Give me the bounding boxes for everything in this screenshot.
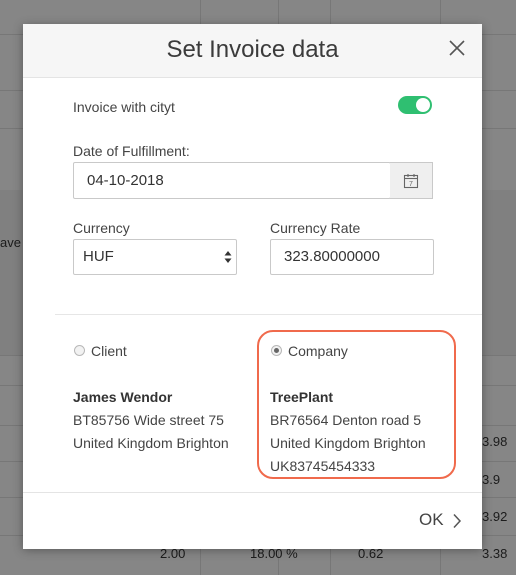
invoice-dialog: Set Invoice data Invoice with cityt Date…	[23, 24, 482, 549]
toggle-knob	[416, 98, 430, 112]
company-address-line2: United Kingdom Brighton	[270, 435, 426, 451]
currency-rate-input[interactable]: 323.80000000	[270, 239, 434, 275]
dialog-header: Set Invoice data	[23, 24, 482, 78]
client-address-line1: BT85756 Wide street 75	[73, 412, 224, 428]
ok-button[interactable]: OK	[419, 510, 462, 532]
company-name: TreePlant	[270, 389, 334, 405]
client-name: James Wendor	[73, 389, 173, 405]
client-radio-label[interactable]: Client	[91, 343, 127, 359]
client-radio[interactable]	[74, 345, 85, 356]
dialog-footer: OK	[23, 492, 482, 549]
company-address-line1: BR76564 Denton road 5	[270, 412, 421, 428]
close-icon[interactable]	[447, 38, 467, 58]
select-arrows-icon	[224, 251, 232, 263]
currency-select[interactable]: HUF	[73, 239, 237, 275]
date-input[interactable]: 04-10-2018	[73, 162, 391, 199]
invoice-toggle-label: Invoice with cityt	[73, 99, 175, 115]
dialog-title: Set Invoice data	[166, 36, 339, 63]
client-address-line2: United Kingdom Brighton	[73, 435, 229, 451]
section-divider	[55, 314, 482, 315]
chevron-right-icon	[453, 513, 462, 529]
calendar-icon: 7	[403, 174, 419, 189]
company-radio-label[interactable]: Company	[288, 343, 348, 359]
date-label: Date of Fulfillment:	[73, 143, 190, 159]
invoice-toggle[interactable]	[398, 96, 432, 114]
currency-rate-label: Currency Rate	[270, 220, 361, 236]
company-radio[interactable]	[271, 345, 282, 356]
ok-label: OK	[419, 510, 444, 529]
currency-value: HUF	[83, 248, 114, 265]
calendar-button[interactable]: 7	[390, 162, 433, 199]
calendar-day: 7	[409, 181, 413, 188]
company-tax-id: UK83745454333	[270, 458, 376, 474]
currency-label: Currency	[73, 220, 130, 236]
